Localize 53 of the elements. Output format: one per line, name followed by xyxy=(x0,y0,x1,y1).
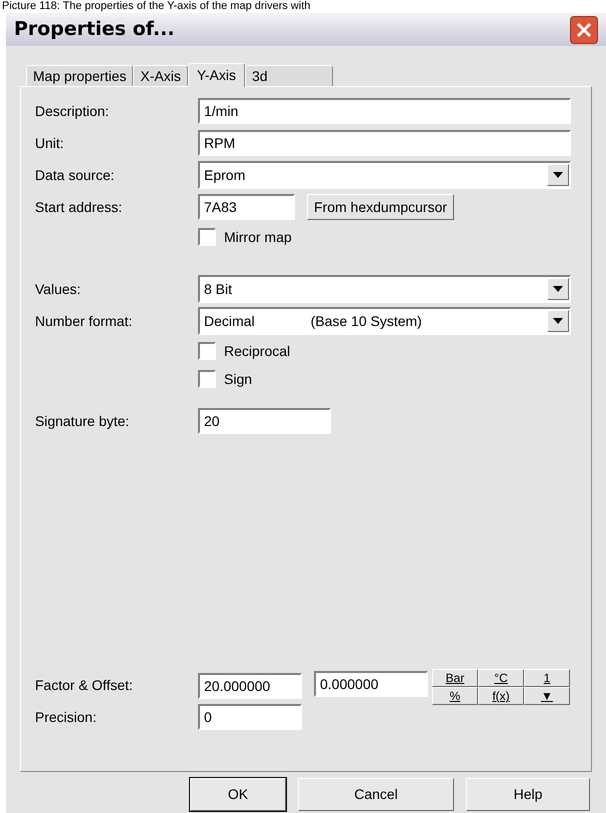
close-button[interactable] xyxy=(570,16,598,44)
input-field[interactable]: 0 xyxy=(198,704,302,730)
dropdown-button[interactable] xyxy=(547,164,569,186)
field-label: Signature byte: xyxy=(35,412,130,431)
checkbox[interactable] xyxy=(198,342,216,360)
checkbox-label: Sign xyxy=(224,370,252,389)
input-field[interactable]: 20.000000 xyxy=(198,673,302,699)
hexdump-button[interactable]: From hexdumpcursor xyxy=(307,194,454,220)
caret-icon xyxy=(553,172,563,178)
unit-button[interactable]: Bar xyxy=(432,669,478,687)
field-label: Description: xyxy=(35,102,110,121)
window-title: Properties of... xyxy=(14,17,175,42)
checkbox-label: Mirror map xyxy=(224,228,292,247)
field-label: Data source: xyxy=(35,166,116,184)
dropdown[interactable]: 8 Bit xyxy=(198,275,571,303)
checkbox-label: Reciprocal xyxy=(224,342,290,361)
tab[interactable]: 3d xyxy=(245,65,334,86)
dropdown[interactable]: Decimal (Base 10 System) xyxy=(198,307,571,335)
field-label: Unit: xyxy=(35,134,65,152)
unit-button[interactable]: f(x) xyxy=(478,687,524,705)
unit-button[interactable]: 1 xyxy=(524,669,570,687)
dropdown-value: Decimal xyxy=(204,312,255,330)
caption: Picture 118: The properties of the Y-axis of the map drivers with xyxy=(1,0,312,13)
caret-icon xyxy=(553,286,563,292)
close-icon xyxy=(576,22,592,38)
field-label: Factor & Offset: xyxy=(35,676,134,695)
dialog-button[interactable]: Cancel xyxy=(298,778,454,811)
field-label: Number format: xyxy=(35,312,134,330)
tab[interactable]: X-Axis xyxy=(133,65,188,86)
input-field[interactable]: 20 xyxy=(198,408,331,434)
tab[interactable]: Map properties xyxy=(26,65,134,86)
dialog-button[interactable]: Help xyxy=(466,778,590,811)
unit-button[interactable]: °C xyxy=(478,669,524,687)
field-label: Precision: xyxy=(35,708,98,726)
dropdown-value: Eprom xyxy=(204,166,246,185)
dialog-button[interactable]: OK xyxy=(190,778,286,811)
input-field[interactable]: 1/min xyxy=(198,98,571,124)
dropdown-note: (Base 10 System) xyxy=(310,312,422,331)
dropdown-button[interactable] xyxy=(547,310,569,332)
caret-icon xyxy=(553,318,563,324)
input-field[interactable]: RPM xyxy=(198,130,571,156)
field-label: Values: xyxy=(35,280,82,298)
unit-button[interactable]: % xyxy=(432,687,478,705)
input-field[interactable]: 7A83 xyxy=(198,194,295,220)
dropdown[interactable]: Eprom xyxy=(198,161,571,189)
input-field[interactable]: 0.000000 xyxy=(314,671,428,697)
field-label: Start address: xyxy=(35,198,124,216)
dropdown-value: 8 Bit xyxy=(204,280,232,298)
checkbox[interactable] xyxy=(198,370,216,388)
checkbox[interactable] xyxy=(198,228,216,246)
unit-button[interactable]: ▼ xyxy=(524,687,570,705)
tab[interactable]: Y-Axis xyxy=(188,63,246,87)
dropdown-button[interactable] xyxy=(547,278,569,300)
